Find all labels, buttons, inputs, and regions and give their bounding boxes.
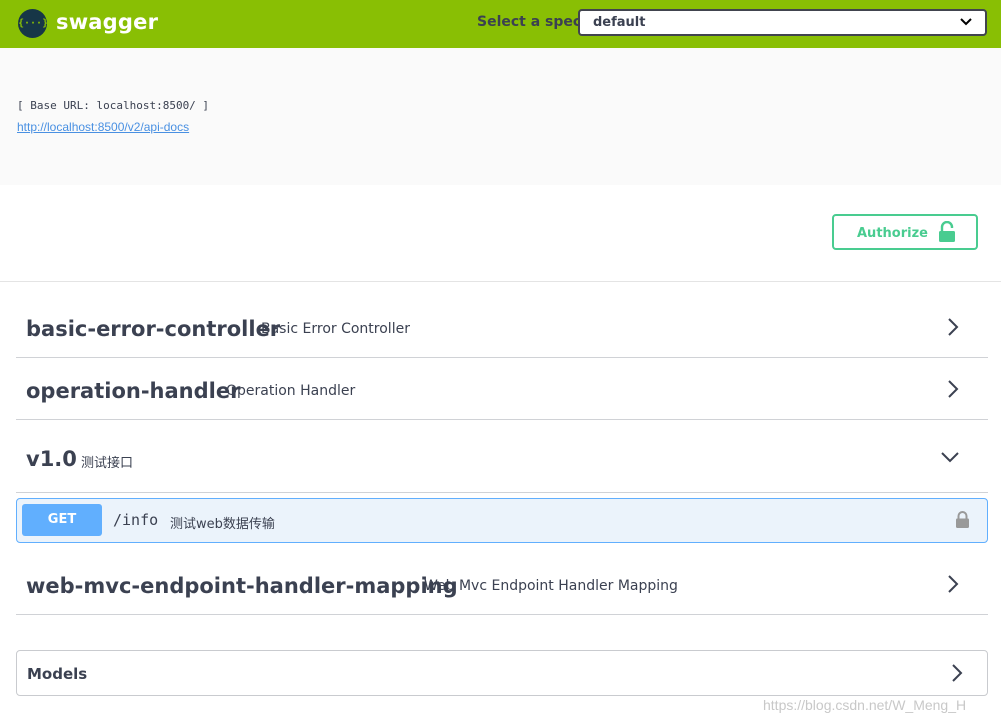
tag-title: basic-error-controller <box>26 317 281 341</box>
models-title: Models <box>27 665 88 683</box>
chevron-down-icon[interactable] <box>940 447 960 467</box>
brand-name[interactable]: swagger <box>56 10 158 34</box>
top-bar: {···} swagger Select a spec default <box>0 0 1001 48</box>
models-section[interactable]: Models <box>16 650 988 696</box>
authorize-button[interactable]: Authorize <box>832 214 978 250</box>
method-badge: GET <box>22 504 102 536</box>
tag-web-mvc-endpoint-handler-mapping[interactable]: web-mvc-endpoint-handler-mapping Web Mvc… <box>16 543 988 615</box>
operation-path: /info <box>113 511 159 529</box>
chevron-right-icon[interactable] <box>946 379 960 399</box>
api-docs-link[interactable]: http://localhost:8500/v2/api-docs <box>17 120 189 134</box>
tag-v1-0[interactable]: v1.0 测试接口 <box>16 420 988 493</box>
tag-title: v1.0 <box>26 447 77 471</box>
swagger-logo-icon[interactable]: {···} <box>18 9 48 38</box>
unlock-icon <box>939 221 955 242</box>
tag-basic-error-controller[interactable]: basic-error-controller Basic Error Contr… <box>16 298 988 358</box>
scheme-container: Authorize <box>0 185 1001 282</box>
tag-description: Web Mvc Endpoint Handler Mapping <box>424 578 678 594</box>
spec-selector-label: Select a spec <box>477 14 582 30</box>
operation-summary: 测试web数据传输 <box>170 517 275 532</box>
tag-title: operation-handler <box>26 379 241 403</box>
watermark: https://blog.csdn.net/W_Meng_H <box>763 697 967 713</box>
operation-get-info[interactable]: GET /info 测试web数据传输 <box>16 498 988 543</box>
chevron-right-icon[interactable] <box>950 663 964 683</box>
tag-description: Operation Handler <box>226 383 356 399</box>
tag-operation-handler[interactable]: operation-handler Operation Handler <box>16 358 988 420</box>
info-section: [ Base URL: localhost:8500/ ] http://loc… <box>0 48 1001 185</box>
chevron-right-icon[interactable] <box>946 574 960 594</box>
tag-description: Basic Error Controller <box>261 321 410 337</box>
chevron-right-icon[interactable] <box>946 317 960 337</box>
authorize-label: Authorize <box>857 226 928 241</box>
spec-select-value: default <box>593 15 646 30</box>
tag-description: 测试接口 <box>81 456 134 471</box>
tag-title: web-mvc-endpoint-handler-mapping <box>26 574 458 598</box>
chevron-down-icon <box>960 18 972 26</box>
base-url: [ Base URL: localhost:8500/ ] <box>17 99 210 112</box>
lock-icon[interactable] <box>955 510 970 529</box>
spec-select[interactable]: default <box>578 9 987 36</box>
